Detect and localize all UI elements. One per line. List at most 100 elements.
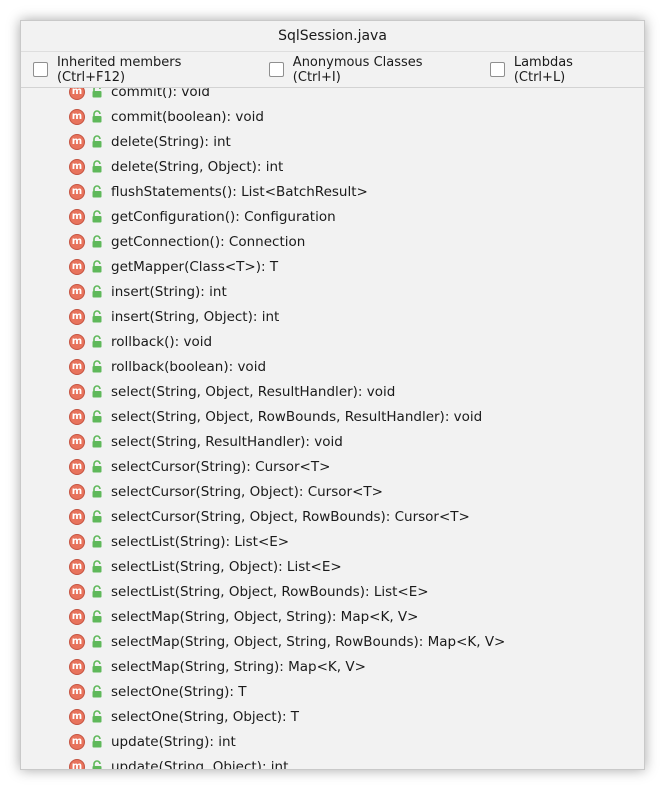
public-lock-icon [91, 660, 103, 673]
member-row[interactable]: m flushStatements(): List<BatchResult> [21, 179, 644, 204]
member-label: delete(String, Object): int [111, 158, 284, 175]
member-label: getMapper(Class<T>): T [111, 258, 279, 275]
member-label: selectMap(String, Object, String, RowBou… [111, 633, 506, 650]
method-icon: m [69, 733, 85, 750]
public-lock-icon [91, 610, 103, 623]
method-icon: m [69, 333, 85, 350]
member-row[interactable]: m commit(boolean): void [21, 104, 644, 129]
public-lock-icon [91, 435, 103, 448]
member-label: selectOne(String): T [111, 683, 247, 700]
method-icon: m [69, 88, 85, 100]
method-icon: m [69, 158, 85, 175]
anonymous-classes-option[interactable]: Anonymous Classes (Ctrl+I) [268, 54, 474, 85]
method-icon: m [69, 583, 85, 600]
method-icon: m [69, 608, 85, 625]
public-lock-icon [91, 535, 103, 548]
member-row[interactable]: m selectCursor(String): Cursor<T> [21, 454, 644, 479]
method-icon: m [69, 633, 85, 650]
method-icon: m [69, 358, 85, 375]
inherited-members-option[interactable]: Inherited members (Ctrl+F12) [33, 55, 253, 85]
inherited-members-checkbox[interactable] [33, 62, 48, 77]
method-icon: m [69, 133, 85, 150]
method-icon: m [69, 233, 85, 250]
method-icon: m [69, 108, 85, 125]
method-icon: m [69, 508, 85, 525]
member-label: getConfiguration(): Configuration [111, 208, 336, 225]
public-lock-icon [91, 560, 103, 573]
member-row[interactable]: m selectMap(String, Object, String, RowBo… [21, 629, 644, 654]
method-icon: m [69, 408, 85, 425]
method-icon: m [69, 383, 85, 400]
member-label: select(String, Object, RowBounds, Result… [111, 408, 483, 425]
public-lock-icon [91, 635, 103, 648]
public-lock-icon [91, 88, 103, 98]
member-row[interactable]: m selectOne(String, Object): T [21, 704, 644, 729]
member-label: selectCursor(String): Cursor<T> [111, 458, 331, 475]
member-label: selectList(String, Object, RowBounds): L… [111, 583, 429, 600]
member-row[interactable]: m select(String, Object, ResultHandler): … [21, 379, 644, 404]
public-lock-icon [91, 285, 103, 298]
member-row[interactable]: m selectList(String, Object, RowBounds): … [21, 579, 644, 604]
public-lock-icon [91, 485, 103, 498]
method-icon: m [69, 308, 85, 325]
member-row[interactable]: m selectCursor(String, Object, RowBounds)… [21, 504, 644, 529]
method-icon: m [69, 533, 85, 550]
member-label: selectCursor(String, Object): Cursor<T> [111, 483, 383, 500]
member-label: update(String, Object): int [111, 758, 289, 770]
lambdas-option[interactable]: Lambdas (Ctrl+L) [489, 55, 628, 85]
member-row[interactable]: m delete(String, Object): int [21, 154, 644, 179]
public-lock-icon [91, 335, 103, 348]
public-lock-icon [91, 385, 103, 398]
method-icon: m [69, 758, 85, 769]
popup-title: SqlSession.java [21, 21, 644, 51]
member-row[interactable]: m selectList(String): List<E> [21, 529, 644, 554]
member-row[interactable]: m insert(String, Object): int [21, 304, 644, 329]
member-row[interactable]: m getConnection(): Connection [21, 229, 644, 254]
member-label: commit(boolean): void [111, 108, 264, 125]
member-row[interactable]: m selectMap(String, String): Map<K, V> [21, 654, 644, 679]
member-label: insert(String, Object): int [111, 308, 280, 325]
member-row[interactable]: m select(String, Object, RowBounds, Resul… [21, 404, 644, 429]
public-lock-icon [91, 210, 103, 223]
member-label: rollback(): void [111, 333, 213, 350]
public-lock-icon [91, 585, 103, 598]
anonymous-classes-checkbox[interactable] [268, 62, 284, 77]
member-row[interactable]: m insert(String): int [21, 279, 644, 304]
member-row[interactable]: m commit(): void [21, 88, 644, 104]
lambdas-checkbox[interactable] [489, 62, 505, 77]
member-label: commit(): void [111, 88, 210, 100]
public-lock-icon [91, 760, 103, 769]
member-row[interactable]: m update(String, Object): int [21, 754, 644, 769]
filter-options-bar: Inherited members (Ctrl+F12) Anonymous C… [21, 51, 644, 88]
member-row[interactable]: m selectList(String, Object): List<E> [21, 554, 644, 579]
member-row[interactable]: m rollback(): void [21, 329, 644, 354]
public-lock-icon [91, 135, 103, 148]
public-lock-icon [91, 410, 103, 423]
member-list[interactable]: m commit(): void m commit(boolean): void m de… [21, 88, 644, 769]
method-icon: m [69, 458, 85, 475]
method-icon: m [69, 708, 85, 725]
member-row[interactable]: m getMapper(Class<T>): T [21, 254, 644, 279]
structure-popup: SqlSession.java Inherited members (Ctrl+… [20, 20, 645, 770]
member-row[interactable]: m getConfiguration(): Configuration [21, 204, 644, 229]
member-row[interactable]: m select(String, ResultHandler): void [21, 429, 644, 454]
member-label: insert(String): int [111, 283, 227, 300]
member-label: delete(String): int [111, 133, 231, 150]
public-lock-icon [91, 685, 103, 698]
member-row[interactable]: m rollback(boolean): void [21, 354, 644, 379]
public-lock-icon [91, 360, 103, 373]
public-lock-icon [91, 310, 103, 323]
member-row[interactable]: m selectCursor(String, Object): Cursor<T> [21, 479, 644, 504]
member-row[interactable]: m selectMap(String, Object, String): Map<… [21, 604, 644, 629]
public-lock-icon [91, 710, 103, 723]
member-label: selectCursor(String, Object, RowBounds):… [111, 508, 470, 525]
anonymous-classes-label: Anonymous Classes (Ctrl+I) [292, 54, 423, 85]
member-label: getConnection(): Connection [111, 233, 306, 250]
member-row[interactable]: m selectOne(String): T [21, 679, 644, 704]
public-lock-icon [91, 260, 103, 273]
member-label: select(String, ResultHandler): void [111, 433, 343, 450]
method-icon: m [69, 183, 85, 200]
member-row[interactable]: m update(String): int [21, 729, 644, 754]
method-icon: m [69, 283, 85, 300]
member-row[interactable]: m delete(String): int [21, 129, 644, 154]
